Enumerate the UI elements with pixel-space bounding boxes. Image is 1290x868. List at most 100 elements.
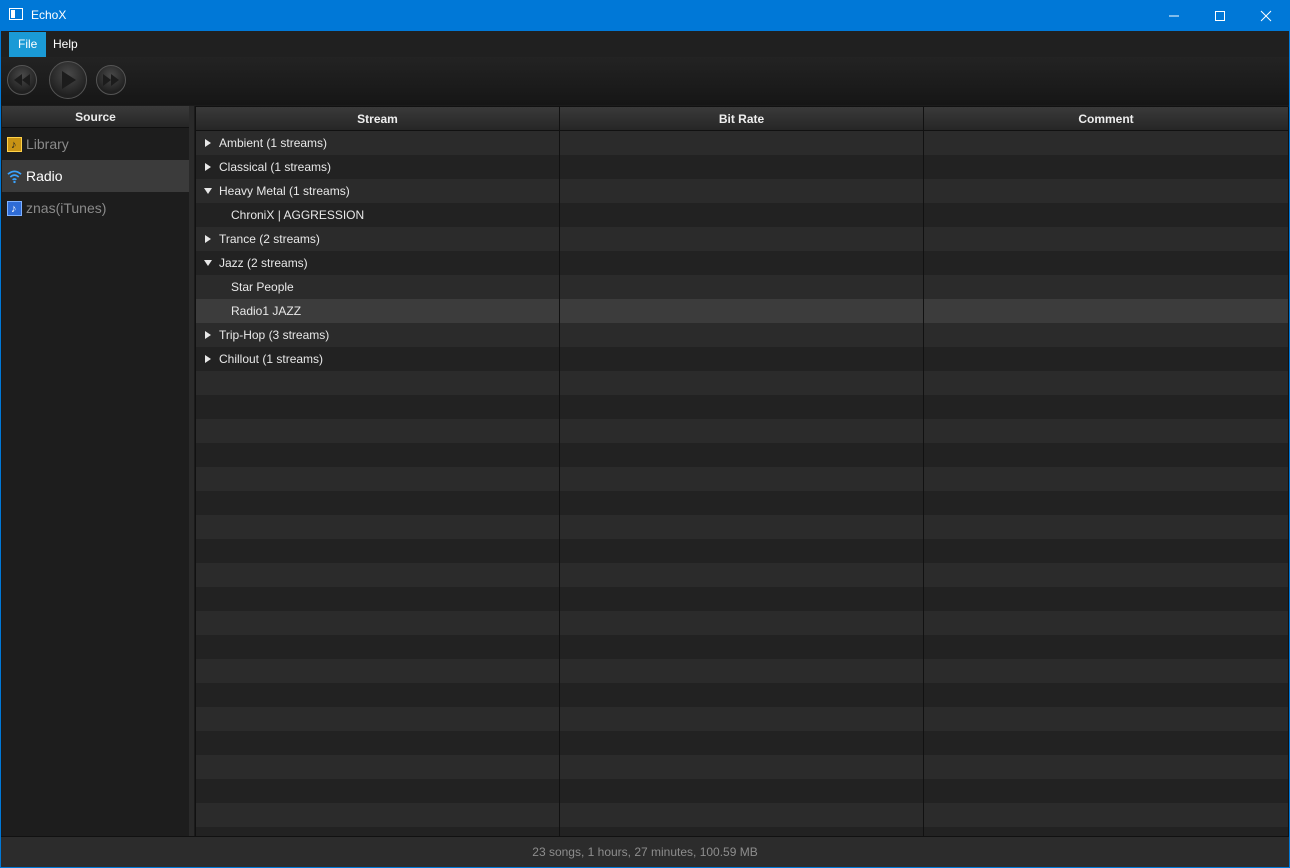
column-header-comment[interactable]: Comment [924,107,1289,131]
table-row-empty [196,755,1289,779]
bit-rate-cell [560,251,924,275]
close-icon [1260,10,1272,22]
collapse-arrow-icon[interactable] [205,355,211,363]
stream-cell [196,683,560,707]
table-row-empty [196,803,1289,827]
table-row-empty [196,611,1289,635]
stream-cell [196,563,560,587]
collapse-arrow-icon[interactable] [205,331,211,339]
comment-cell [924,467,1289,491]
collapse-arrow-icon[interactable] [205,139,211,147]
comment-cell [924,491,1289,515]
comment-cell [924,611,1289,635]
table-body: Ambient (1 streams) Classical (1 streams)… [196,131,1289,837]
comment-cell [924,347,1289,371]
app-window: EchoX File Help Source ♪ Library Radio ♪… [1,0,1289,867]
play-button[interactable] [49,61,87,99]
next-button[interactable] [96,65,126,95]
comment-cell [924,779,1289,803]
bit-rate-cell [560,755,924,779]
table-row-empty [196,419,1289,443]
collapse-arrow-icon[interactable] [205,235,211,243]
comment-cell [924,707,1289,731]
table-row[interactable]: Radio1 JAZZ [196,299,1289,323]
source-item-label: Library [26,136,69,152]
stream-cell [196,635,560,659]
bit-rate-cell [560,179,924,203]
table-row-empty [196,683,1289,707]
stream-cell: Ambient (1 streams) [196,131,560,155]
bit-rate-cell [560,443,924,467]
table-row-empty [196,707,1289,731]
table-row[interactable]: Jazz (2 streams) [196,251,1289,275]
panel-splitter[interactable] [189,106,194,836]
bit-rate-cell [560,659,924,683]
table-row[interactable]: Ambient (1 streams) [196,131,1289,155]
source-item-library[interactable]: Library [2,128,189,161]
stream-cell [196,803,560,827]
close-button[interactable] [1243,0,1289,31]
collapse-arrow-icon[interactable] [205,163,211,171]
stream-cell [196,779,560,803]
comment-cell [924,299,1289,323]
comment-cell [924,635,1289,659]
table-row[interactable]: Chillout (1 streams) [196,347,1289,371]
bit-rate-cell [560,779,924,803]
stream-cell [196,587,560,611]
menu-bar: File Help [1,31,1289,57]
fast-forward-icon [103,74,119,86]
maximize-button[interactable] [1197,0,1243,31]
table-row-empty [196,635,1289,659]
comment-cell [924,155,1289,179]
minimize-button[interactable] [1151,0,1197,31]
stream-label: Radio1 JAZZ [231,304,302,318]
table-header: Stream Bit Rate Comment [196,107,1289,131]
comment-cell [924,659,1289,683]
source-item-label: Radio [26,168,63,184]
source-item-itunes[interactable]: znas(iTunes) [2,192,189,225]
table-row[interactable]: ChroniX | AGGRESSION [196,203,1289,227]
app-icon [9,8,23,20]
comment-cell [924,515,1289,539]
itunes-icon [7,193,22,225]
column-header-stream[interactable]: Stream [196,107,560,131]
bit-rate-cell [560,395,924,419]
table-row-empty [196,539,1289,563]
expand-arrow-icon[interactable] [204,260,212,266]
table-row[interactable]: Heavy Metal (1 streams) [196,179,1289,203]
previous-button[interactable] [7,65,37,95]
stream-cell [196,659,560,683]
source-item-radio[interactable]: Radio [2,160,189,192]
source-header: Source [2,106,189,128]
stream-cell [196,419,560,443]
comment-cell [924,443,1289,467]
table-row[interactable]: Star People [196,275,1289,299]
bit-rate-cell [560,635,924,659]
table-row[interactable]: Trip-Hop (3 streams) [196,323,1289,347]
stream-cell [196,395,560,419]
stream-cell: Star People [196,275,560,299]
column-header-bit-rate[interactable]: Bit Rate [560,107,924,131]
expand-arrow-icon[interactable] [204,188,212,194]
stream-cell [196,707,560,731]
status-bar: 23 songs, 1 hours, 27 minutes, 100.59 MB [1,836,1289,867]
bit-rate-cell [560,467,924,491]
bit-rate-cell [560,491,924,515]
menu-help[interactable]: Help [44,32,87,57]
library-icon [7,129,22,161]
bit-rate-cell [560,563,924,587]
stream-cell [196,755,560,779]
bit-rate-cell [560,611,924,635]
table-row[interactable]: Classical (1 streams) [196,155,1289,179]
stream-label: Star People [231,280,294,294]
group-label: Classical (1 streams) [219,160,332,174]
stream-cell [196,371,560,395]
comment-cell [924,563,1289,587]
title-bar: EchoX [1,0,1289,31]
table-row[interactable]: Trance (2 streams) [196,227,1289,251]
comment-cell [924,803,1289,827]
stream-cell [196,443,560,467]
group-label: Trip-Hop (3 streams) [219,328,330,342]
menu-file[interactable]: File [9,32,47,57]
wifi-icon [7,170,22,184]
